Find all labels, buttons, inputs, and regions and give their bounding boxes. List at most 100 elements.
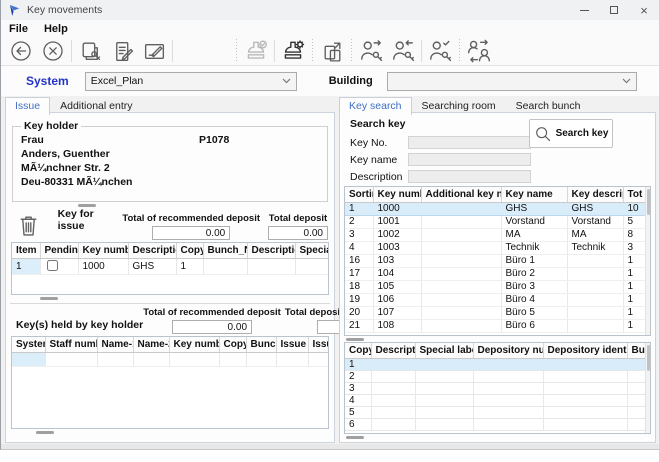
table-cell[interactable]	[567, 267, 623, 280]
table-cell[interactable]: 1	[623, 306, 645, 319]
table-cell[interactable]: 2	[345, 215, 373, 228]
recommended-deposit-value[interactable]: 0.00	[152, 226, 230, 240]
table-cell[interactable]: GHS	[128, 258, 176, 274]
table-cell[interactable]: 21	[345, 319, 373, 332]
tab-searching-room[interactable]: Searching room	[412, 97, 506, 115]
table-cell[interactable]: 3	[345, 228, 373, 241]
tab-search-bunch[interactable]: Search bunch	[506, 97, 591, 115]
table-row[interactable]: 41003TechnikTechnik3	[345, 241, 645, 254]
table-cell[interactable]	[473, 418, 543, 430]
description-input[interactable]	[408, 170, 531, 183]
table-cell[interactable]: 104	[373, 267, 421, 280]
table-row[interactable]: 20107Büro 51	[345, 306, 645, 319]
table-cell[interactable]: 6	[345, 418, 371, 430]
table-cell[interactable]: 1	[345, 358, 371, 370]
table-cell[interactable]	[415, 358, 473, 370]
table-cell[interactable]	[276, 352, 308, 366]
table-cell[interactable]	[97, 352, 133, 366]
person-return-key-button[interactable]	[387, 38, 419, 65]
table-cell[interactable]: MA	[567, 228, 623, 241]
close-button[interactable]: ×	[629, 0, 659, 20]
table-cell[interactable]	[627, 394, 647, 406]
table-cell[interactable]	[421, 254, 501, 267]
person-transfer-button[interactable]	[463, 38, 495, 65]
table-cell[interactable]	[371, 406, 415, 418]
stamp-settings-button[interactable]	[277, 38, 309, 65]
table-cell[interactable]	[421, 215, 501, 228]
table-cell[interactable]	[40, 258, 78, 274]
table-row[interactable]: 2	[345, 370, 647, 382]
table-row[interactable]: 17104Büro 21	[345, 267, 645, 280]
key-name-input[interactable]	[408, 153, 531, 166]
table-cell[interactable]	[421, 202, 501, 215]
recommended-deposit-holder-value[interactable]: 0.00	[172, 320, 252, 334]
table-cell[interactable]	[543, 382, 627, 394]
table-cell[interactable]	[421, 267, 501, 280]
table-cell[interactable]: GHS	[501, 202, 567, 215]
table-cell[interactable]: 16	[345, 254, 373, 267]
back-button[interactable]	[5, 38, 37, 65]
table-cell[interactable]	[421, 306, 501, 319]
table-cell[interactable]: 2	[345, 370, 371, 382]
table-cell[interactable]: 1	[623, 319, 645, 332]
table-cell[interactable]	[473, 382, 543, 394]
table-cell[interactable]: 1000	[373, 202, 421, 215]
table-cell[interactable]	[627, 370, 647, 382]
menu-help[interactable]: Help	[44, 23, 68, 35]
column-header[interactable]: Key name	[501, 187, 567, 202]
table-cell[interactable]	[133, 352, 169, 366]
print-key-button[interactable]	[74, 38, 106, 65]
table-cell[interactable]	[371, 418, 415, 430]
column-header[interactable]: Description	[371, 343, 415, 358]
table-cell[interactable]	[421, 228, 501, 241]
sign-document-button[interactable]	[138, 38, 170, 65]
table-cell[interactable]: 20	[345, 306, 373, 319]
table-cell[interactable]	[567, 280, 623, 293]
table-row[interactable]: 19106Büro 41	[345, 293, 645, 306]
column-header[interactable]: Name-2	[133, 337, 169, 352]
table-cell[interactable]	[627, 418, 647, 430]
table-cell[interactable]: 1	[623, 254, 645, 267]
table-cell[interactable]: 1	[623, 267, 645, 280]
table-cell[interactable]	[627, 358, 647, 370]
table-cell[interactable]	[295, 258, 329, 274]
horizontal-scrollbar[interactable]	[6, 429, 334, 435]
vertical-scrollbar[interactable]	[645, 343, 650, 433]
table-row[interactable]: 4	[345, 394, 647, 406]
table-cell[interactable]: Vorstand	[567, 215, 623, 228]
column-header[interactable]: Sorting	[345, 187, 373, 202]
column-header[interactable]: Special labelling	[415, 343, 473, 358]
column-header[interactable]: Copy	[219, 337, 246, 352]
table-cell[interactable]	[567, 254, 623, 267]
table-cell[interactable]: 1	[12, 258, 40, 274]
search-key-button[interactable]: Search key	[529, 119, 613, 148]
table-cell[interactable]: 4	[345, 241, 373, 254]
column-header[interactable]: Copy	[345, 343, 371, 358]
table-cell[interactable]	[543, 358, 627, 370]
column-header[interactable]: System	[12, 337, 45, 352]
table-cell[interactable]: Technik	[501, 241, 567, 254]
column-header[interactable]: Depository number	[473, 343, 543, 358]
column-header[interactable]: Pending	[40, 243, 78, 258]
tab-key-search[interactable]: Key search	[339, 97, 412, 115]
pending-checkbox[interactable]	[47, 260, 58, 271]
column-header[interactable]: Special labelling	[295, 243, 329, 258]
table-row[interactable]: 21001VorstandVorstand5	[345, 215, 645, 228]
minimize-button[interactable]	[569, 0, 599, 20]
table-cell[interactable]: 19	[345, 293, 373, 306]
column-header[interactable]: Bunch_NO	[203, 243, 247, 258]
table-cell[interactable]: GHS	[567, 202, 623, 215]
table-cell[interactable]: 17	[345, 267, 373, 280]
column-header[interactable]: Copy	[176, 243, 203, 258]
table-cell[interactable]	[473, 394, 543, 406]
table-cell[interactable]	[543, 394, 627, 406]
table-cell[interactable]	[543, 406, 627, 418]
table-cell[interactable]	[203, 258, 247, 274]
table-cell[interactable]	[45, 352, 97, 366]
column-header[interactable]: Key description	[567, 187, 623, 202]
table-cell[interactable]	[246, 352, 276, 366]
column-header[interactable]: Staff number	[45, 337, 97, 352]
table-cell[interactable]: Büro 4	[501, 293, 567, 306]
table-cell[interactable]	[473, 358, 543, 370]
table-row[interactable]: 11000GHSGHS10	[345, 202, 645, 215]
